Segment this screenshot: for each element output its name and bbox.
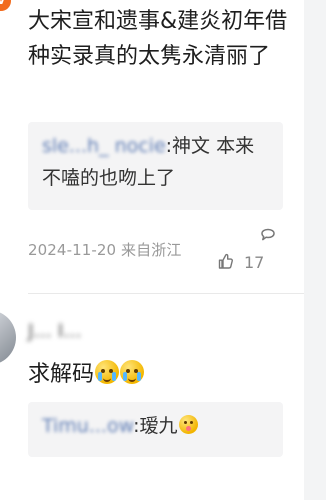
comment-2-quote-text: :瑷九 xyxy=(133,415,178,437)
comment-2-text-row[interactable]: 求解码 xyxy=(28,357,298,392)
comment-1-like[interactable]: 17 xyxy=(216,252,264,272)
comment-1-meta: 2024-11-20 来自浙江 xyxy=(28,241,182,259)
comment-divider xyxy=(28,293,304,294)
corner-badge: V xyxy=(0,0,11,11)
comment-1-quote-content: sle...h_ nocie:神文 本来不嗑的也吻上了 xyxy=(42,130,273,194)
reply-icon[interactable] xyxy=(258,226,278,246)
avatar[interactable] xyxy=(0,310,16,365)
comment-2-text: 求解码 xyxy=(28,362,95,387)
comment-2-quote-box[interactable]: Timu...ow:瑷九 xyxy=(28,402,283,457)
tongue-emoji-icon xyxy=(178,415,198,434)
like-count: 17 xyxy=(244,252,265,272)
comment-1-text[interactable]: 大宋宣和遗事&建炎初年借种实录真的太隽永清丽了 xyxy=(28,4,298,74)
right-scroll-strip xyxy=(304,0,326,500)
comment-1-quote-user[interactable]: sle...h_ nocie xyxy=(42,135,166,157)
comment-2-username[interactable]: J... I... xyxy=(28,320,81,342)
comment-2-quote-content: Timu...ow:瑷九 xyxy=(42,410,273,442)
comment-2-quote-user[interactable]: Timu...ow xyxy=(42,415,133,437)
crying-emoji-icon xyxy=(95,360,120,384)
crying-emoji-icon xyxy=(120,360,145,384)
comment-thread: V 大宋宣和遗事&建炎初年借种实录真的太隽永清丽了 sle...h_ nocie… xyxy=(0,0,326,500)
thumb-up-icon xyxy=(218,253,233,269)
comment-1-quote-box[interactable]: sle...h_ nocie:神文 本来不嗑的也吻上了 xyxy=(28,122,283,210)
